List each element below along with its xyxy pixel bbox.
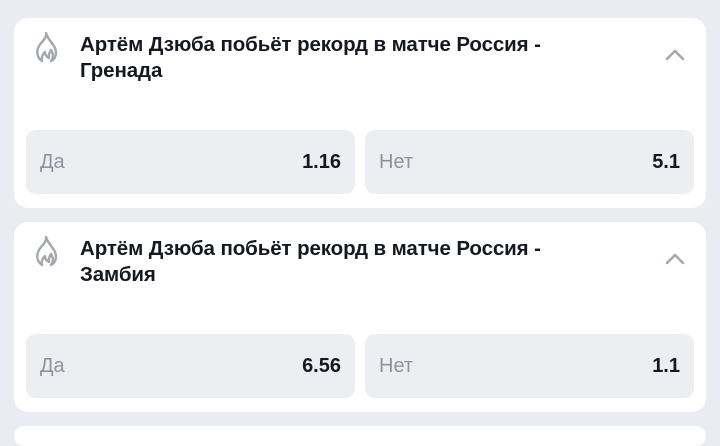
- odds-value: 6.56: [302, 354, 341, 377]
- odds-row: Да 1.16 Нет 5.1: [26, 130, 694, 194]
- market-title: Артём Дзюба побьёт рекорд в матче Россия…: [80, 237, 541, 286]
- market-card-partial-bottom: [14, 426, 706, 446]
- odds-button-yes[interactable]: Да 6.56: [26, 334, 355, 398]
- odds-button-yes[interactable]: Да 1.16: [26, 130, 355, 194]
- market-card-header[interactable]: Артём Дзюба побьёт рекорд в матче Россия…: [14, 222, 706, 312]
- market-title: Артём Дзюба побьёт рекорд в матче Россия…: [80, 33, 541, 82]
- market-card: Артём Дзюба побьёт рекорд в матче Россия…: [14, 222, 706, 412]
- odds-option-label: Да: [40, 354, 65, 377]
- chevron-up-icon[interactable]: [664, 48, 686, 62]
- market-card: Артём Дзюба побьёт рекорд в матче Россия…: [14, 18, 706, 208]
- chevron-up-icon[interactable]: [664, 252, 686, 266]
- odds-value: 1.1: [652, 354, 680, 377]
- odds-option-label: Нет: [379, 354, 414, 377]
- odds-value: 1.16: [302, 150, 341, 173]
- fire-icon: [36, 32, 58, 63]
- odds-row: Да 6.56 Нет 1.1: [26, 334, 694, 398]
- odds-option-label: Нет: [379, 150, 414, 173]
- market-card-header[interactable]: Артём Дзюба побьёт рекорд в матче Россия…: [14, 18, 706, 108]
- odds-button-no[interactable]: Нет 5.1: [365, 130, 694, 194]
- odds-value: 5.1: [652, 150, 680, 173]
- fire-icon: [36, 236, 58, 267]
- odds-button-no[interactable]: Нет 1.1: [365, 334, 694, 398]
- odds-option-label: Да: [40, 150, 65, 173]
